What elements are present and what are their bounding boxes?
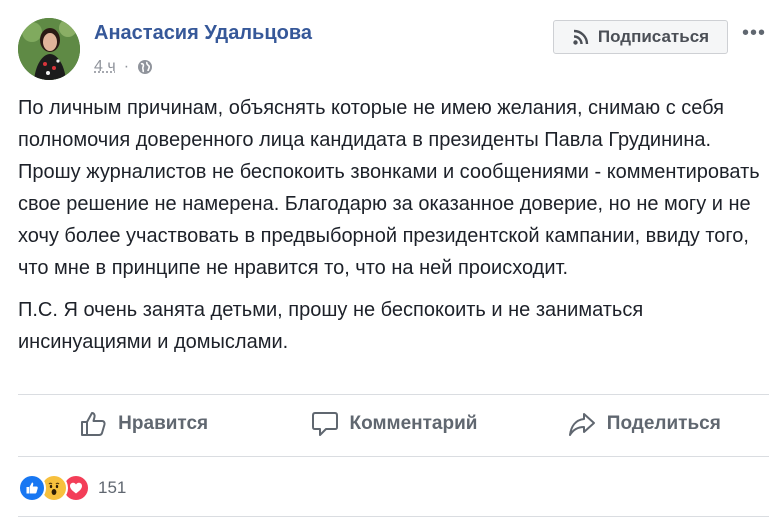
divider	[18, 456, 769, 457]
reactions-summary[interactable]: 151	[18, 474, 126, 502]
post-timestamp[interactable]: 4 ч	[94, 58, 116, 76]
avatar-photo	[18, 18, 80, 80]
like-reaction-icon	[18, 474, 46, 502]
comment-button[interactable]: Комментарий	[268, 396, 518, 452]
reaction-count: 151	[98, 478, 127, 497]
action-bar: Нравится Комментарий Поделиться	[18, 396, 769, 452]
more-options-icon[interactable]: •••	[741, 20, 767, 46]
like-label: Нравится	[118, 413, 209, 434]
post-paragraph: По личным причинам, объяснять которые не…	[18, 97, 760, 279]
post-paragraph: П.С. Я очень занята детьми, прошу не бес…	[18, 299, 644, 353]
rss-icon	[573, 29, 589, 45]
subscribe-label: Подписаться	[597, 27, 710, 46]
avatar[interactable]	[18, 18, 80, 80]
thumbs-up-icon	[81, 412, 106, 436]
post-card: Анастасия Удальцова 4 ч · Подписаться ••…	[0, 0, 781, 521]
subscribe-button[interactable]: Подписаться	[553, 20, 728, 54]
like-button[interactable]: Нравится	[18, 396, 268, 452]
comment-label: Комментарий	[349, 413, 478, 434]
share-button[interactable]: Поделиться	[519, 396, 769, 452]
divider	[18, 394, 769, 395]
globe-icon[interactable]	[137, 59, 153, 75]
divider	[18, 516, 769, 517]
share-icon	[568, 413, 595, 436]
share-label: Поделиться	[606, 413, 721, 434]
author-name[interactable]: Анастасия Удальцова	[94, 22, 312, 45]
comment-icon	[311, 412, 338, 436]
post-text: По личным причинам, объяснять которые не…	[18, 92, 770, 368]
post-meta: 4 ч ·	[94, 57, 153, 77]
